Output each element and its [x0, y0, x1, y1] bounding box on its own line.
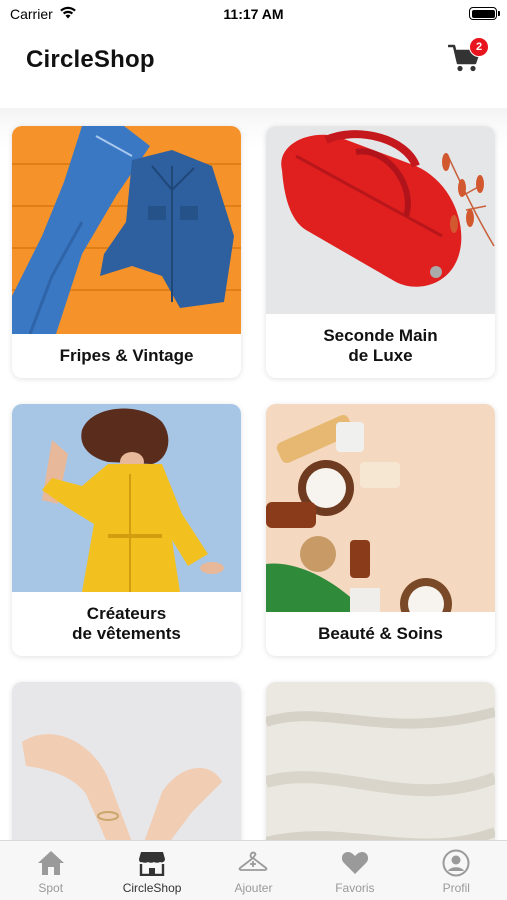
- status-bar: Carrier 11:17 AM: [0, 0, 507, 28]
- tab-favoris[interactable]: Favoris: [305, 849, 405, 895]
- cart-count-badge: 2: [469, 37, 489, 57]
- hands-bracelet-image: [12, 682, 241, 840]
- home-icon: [36, 849, 66, 877]
- heart-icon: [340, 849, 370, 877]
- app-header: CircleShop 2: [0, 28, 507, 92]
- wifi-icon: [59, 6, 77, 22]
- tab-label: Ajouter: [234, 881, 273, 895]
- tab-spot[interactable]: Spot: [1, 849, 101, 895]
- category-card-beaute-soins[interactable]: Beauté & Soins: [266, 404, 495, 656]
- yellow-trench-coat-image: [12, 404, 241, 592]
- category-list[interactable]: Fripes & Vintage Seconde Main de Luxe Cr…: [0, 108, 507, 840]
- carrier-info: Carrier: [10, 6, 77, 22]
- tab-label: Profil: [442, 881, 470, 895]
- tab-profil[interactable]: Profil: [406, 849, 506, 895]
- carrier-name: Carrier: [10, 6, 53, 22]
- tab-label: Spot: [38, 881, 64, 895]
- battery-level: [471, 9, 495, 18]
- user-circle-icon: [441, 849, 471, 877]
- category-card-jewelry[interactable]: [12, 682, 241, 840]
- category-grid: Fripes & Vintage Seconde Main de Luxe Cr…: [12, 126, 495, 840]
- hanger-plus-icon: [238, 849, 268, 877]
- tab-label: CircleShop: [122, 881, 182, 895]
- cart-button[interactable]: 2: [445, 37, 489, 80]
- red-handbag-image: [266, 126, 495, 314]
- linen-fabric-image: [266, 682, 495, 840]
- category-label: Créateurs de vêtements: [72, 604, 181, 643]
- category-card-seconde-main-luxe[interactable]: Seconde Main de Luxe: [266, 126, 495, 378]
- battery-icon: [469, 7, 500, 20]
- tab-circleshop[interactable]: CircleShop: [102, 849, 202, 895]
- category-card-fripes-vintage[interactable]: Fripes & Vintage: [12, 126, 241, 378]
- category-card-createurs[interactable]: Créateurs de vêtements: [12, 404, 241, 656]
- category-card-fabric[interactable]: [266, 682, 495, 840]
- bottom-tab-bar: Spot CircleShop Ajouter Favoris Profil: [0, 840, 507, 900]
- tab-label: Favoris: [335, 881, 375, 895]
- cosmetics-coconut-image: [266, 404, 495, 612]
- store-icon: [137, 849, 167, 877]
- category-label: Beauté & Soins: [318, 624, 443, 643]
- denim-jeans-jacket-image: [12, 126, 241, 334]
- page-title: CircleShop: [26, 46, 155, 73]
- tab-ajouter[interactable]: Ajouter: [203, 849, 303, 895]
- category-label: Fripes & Vintage: [59, 346, 194, 365]
- category-label: Seconde Main de Luxe: [323, 326, 438, 365]
